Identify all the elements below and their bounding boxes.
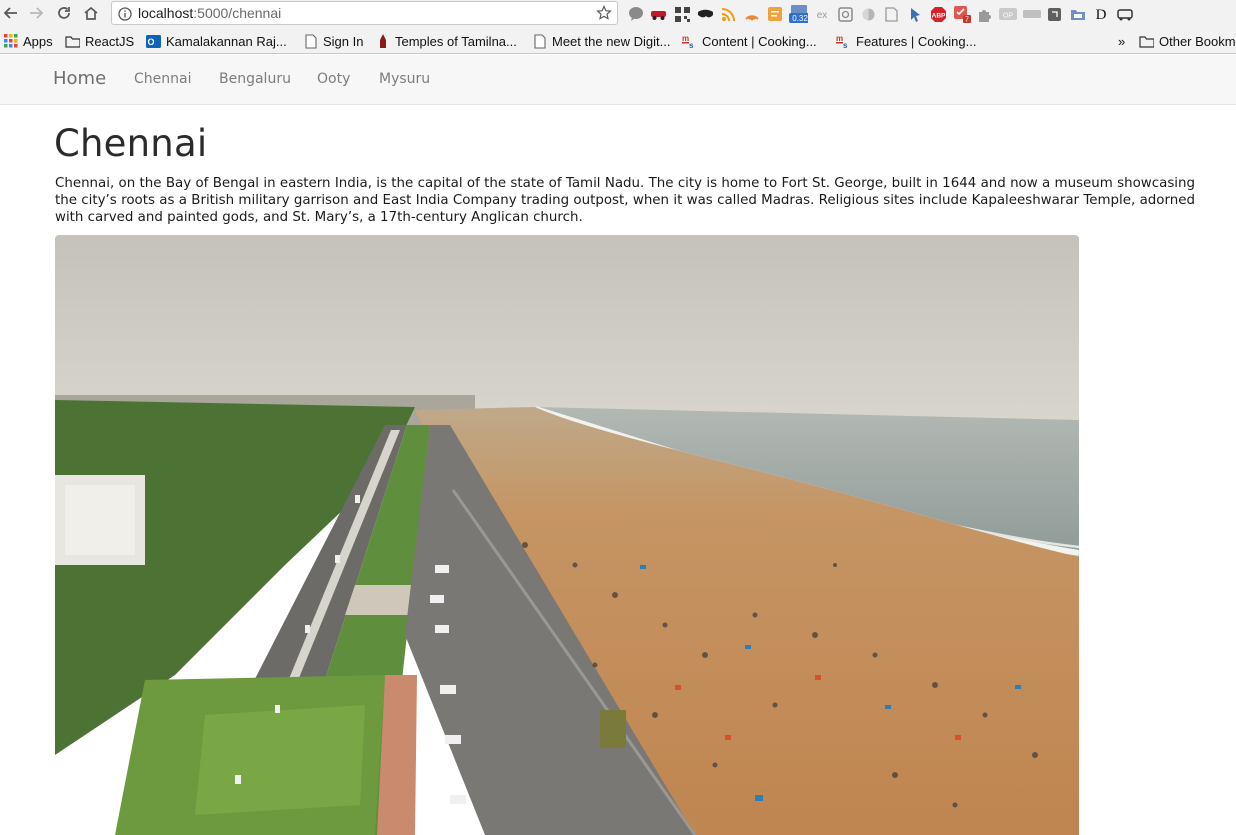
bookmarks-overflow-button[interactable]: » [1118,32,1125,50]
folder-chart-icon[interactable] [1069,5,1088,24]
bookmark-label: Temples of Tamilna... [395,33,517,49]
extensions-bar: 0.32 ex ABP 7 OP D [626,4,1139,24]
bookmarks-bar: Apps ReactJS O Kamalakannan Raj... Sign … [0,28,1236,54]
bookmark-features-cooking[interactable]: ms Features | Cooking... [836,32,976,50]
home-icon[interactable] [80,2,102,24]
bookmark-sign-in[interactable]: Sign In [303,32,363,50]
sticky-note-icon[interactable] [766,5,785,24]
ms-icon: ms [682,34,697,49]
chevron-double-right-icon: » [1118,33,1126,49]
back-icon[interactable] [0,2,22,24]
page-title: Chennai [54,122,208,165]
keyboard-icon[interactable] [1022,5,1041,24]
other-bookmarks-label: Other Bookm [1159,33,1236,49]
folder-icon [1139,34,1154,49]
url-path: :5000/chennai [193,5,282,21]
page-icon [303,33,318,49]
reload-icon[interactable] [53,2,75,24]
op-icon[interactable]: OP [999,5,1018,24]
car-icon[interactable] [649,5,668,24]
city-photo [55,235,1079,835]
nav-link-ooty[interactable]: Ooty [317,71,350,87]
bookmark-label: Apps [23,33,53,49]
bookmark-label: ReactJS [85,33,135,49]
browser-toolbar: localhost:5000/chennai 0.32 ex ABP 7 OP … [0,0,1236,28]
document-icon[interactable] [882,5,901,24]
svg-text:s: s [843,41,848,49]
wifi-icon[interactable] [742,5,761,24]
square-icon[interactable] [836,5,855,24]
outlook-icon: O [146,34,161,49]
ms-icon: ms [836,34,851,49]
bookmark-outlook[interactable]: O Kamalakannan Raj... [146,32,287,50]
ext-abp-text: ABP [931,12,945,19]
badge-counter-icon[interactable]: 0.32 [789,5,809,24]
svg-text:s: s [689,41,694,49]
ext-ex-text: ex [817,10,828,21]
nav-home-link[interactable]: Home [53,68,106,89]
page-icon [532,33,547,49]
ex-icon[interactable]: ex [812,5,831,24]
bookmark-temples[interactable]: Temples of Tamilna... [375,32,517,50]
ext-badge-text: 0.32 [792,14,808,23]
svg-text:OP: OP [1003,13,1013,20]
speech-bubble-icon[interactable] [626,5,645,24]
rss-icon[interactable] [719,5,738,24]
city-description: Chennai, on the Bay of Bengal in eastern… [55,176,1195,225]
adblock-icon[interactable]: ABP [929,5,948,24]
bookmark-reactjs[interactable]: ReactJS [65,32,134,50]
d-letter-icon[interactable]: D [1092,5,1111,24]
bookmark-label: Features | Cooking... [856,33,977,49]
address-bar[interactable]: localhost:5000/chennai [111,1,618,25]
nav-link-chennai[interactable]: Chennai [134,71,191,87]
site-navbar: Home Chennai Bengaluru Ooty Mysuru [0,55,1236,105]
ext-count-text: 7 [965,17,969,24]
notebook-icon[interactable] [1045,5,1064,24]
mask-icon[interactable] [696,5,715,24]
svg-text:O: O [147,37,154,47]
bookmark-apps[interactable]: Apps [3,32,53,50]
bookmark-label: Sign In [323,33,364,49]
url-text: localhost:5000/chennai [138,5,281,21]
folder-icon [65,34,80,49]
qr-code-icon[interactable] [673,5,692,24]
bookmark-label: Kamalakannan Raj... [166,33,287,49]
circle-half-icon[interactable] [859,5,878,24]
apps-grid-icon [3,34,18,49]
checklist-icon[interactable]: 7 [952,5,971,24]
bookmark-content-cooking[interactable]: ms Content | Cooking... [682,32,817,50]
bookmark-label: Content | Cooking... [702,33,817,49]
nav-link-bengaluru[interactable]: Bengaluru [219,71,291,87]
bookmark-digital[interactable]: Meet the new Digit... [532,32,671,50]
url-host: localhost [138,5,194,21]
ext-d-text: D [1096,7,1107,22]
car-outline-icon[interactable] [1115,5,1134,24]
info-icon[interactable] [118,6,132,25]
bookmark-star-icon[interactable] [596,5,612,25]
forward-icon[interactable] [25,2,47,24]
bookmark-label: Meet the new Digit... [552,33,671,49]
puzzle-icon[interactable] [975,5,994,24]
nav-link-mysuru[interactable]: Mysuru [379,71,430,87]
arrow-pointer-icon[interactable] [906,5,925,24]
other-bookmarks[interactable]: Other Bookm [1139,32,1236,50]
temple-icon [375,34,390,49]
